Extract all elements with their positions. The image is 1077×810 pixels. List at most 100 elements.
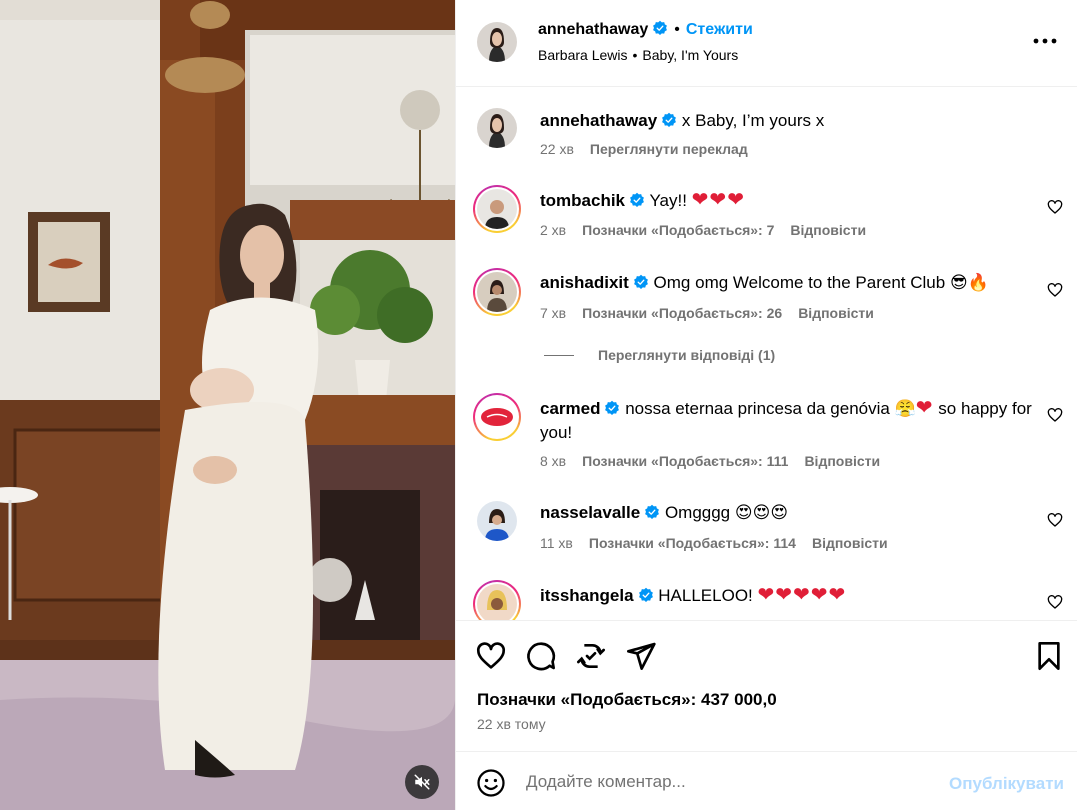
comment-meta: 11 хв Позначки «Подобається»: 114 Відпов… [540,535,888,551]
verified-badge-icon [638,587,653,602]
bookmark-icon[interactable] [1033,640,1065,672]
post-actions-bar [456,620,1077,750]
comment-likes-count[interactable]: Позначки «Подобається»: 111 [582,453,788,469]
view-replies-label: Переглянути відповіді (1) [598,347,776,363]
reply-button[interactable]: Відповісти [798,305,874,321]
comment-like-heart-icon[interactable] [1047,282,1063,298]
replies-divider-line [544,354,574,356]
post-header: annehathaway • Стежити Barbara Lewis • Baby,… [456,0,1077,87]
verified-badge-icon [630,192,644,207]
more-options-button[interactable] [1031,29,1059,53]
comment-likes-count[interactable]: Позначки «Подобається»: 7 [582,222,774,238]
comment-emoji: 😎🔥 [949,273,989,293]
comment-text: HALLELOO! [658,586,753,605]
heart-icon[interactable] [475,640,507,672]
comment-text: Omg omg Welcome to the Parent Club [653,273,946,292]
avatar-image [477,501,517,541]
comment-hearts: ❤❤❤ [691,187,745,211]
comment-username[interactable]: tombachik [540,191,625,210]
comment-username[interactable]: nasselavalle [540,503,640,522]
view-replies-button[interactable]: Переглянути відповіді (1) [544,347,775,363]
commenter-avatar[interactable] [473,393,521,441]
add-comment-bar: Опублікувати [456,751,1077,810]
verified-badge-icon [605,400,620,415]
caption-avatar-image [477,108,517,148]
commenter-avatar[interactable] [473,185,521,233]
comment-like-heart-icon[interactable] [1047,512,1063,528]
comment-time[interactable]: 7 хв [540,305,566,321]
verified-badge-icon [653,20,668,35]
avatar-image [477,189,517,229]
comment-text-row: anishadixit Omg omg Welcome to the Paren… [540,271,1030,295]
avatar-image [477,272,517,312]
audio-artist: Barbara Lewis [538,47,628,63]
post-caption: annehathaway x Baby, I’m yours x 22 хв П… [456,106,1077,166]
comment-text-row: nasselavalle Omgggg 😍😍😍 [540,501,1030,525]
send-icon[interactable] [625,640,657,672]
comment-meta: 8 хв Позначки «Подобається»: 111 Відпові… [540,453,880,469]
reply-button[interactable]: Відповісти [812,535,888,551]
audio-separator: • [632,47,638,63]
separator-dot: • [674,21,680,38]
comment-icon[interactable] [525,640,557,672]
author-username[interactable]: annehathaway [538,21,648,38]
comment-like-heart-icon[interactable] [1047,199,1063,215]
caption-meta: 22 хв Переглянути переклад [540,141,748,157]
verified-badge-icon [662,112,677,127]
comment-time[interactable]: 11 хв [540,535,573,551]
comment-text: Yay!! [649,191,687,210]
follow-button[interactable]: Стежити [686,21,753,38]
caption-avatar[interactable] [477,108,517,148]
comment-like-heart-icon[interactable] [1047,594,1063,610]
comment-time[interactable]: 8 хв [540,453,566,469]
comment-emoji: 😍😍😍 [734,503,789,523]
comment-item: carmed nossa eternaa princesa da genóvia… [456,393,1077,473]
comment-text-row: itsshangela HALLELOO! ❤❤❤❤❤ [540,583,1030,607]
author-avatar[interactable] [477,22,517,62]
comment-text: nossa eternaa princesa da genóvia [625,399,890,418]
header-title-row: annehathaway • Стежити [538,20,753,39]
repost-icon[interactable] [575,640,607,672]
translate-button[interactable]: Переглянути переклад [590,141,748,157]
comment-item: itsshangela HALLELOO! ❤❤❤❤❤ [456,580,1077,620]
comment-text-row: carmed nossa eternaa princesa da genóvia… [540,396,1040,444]
post-details-panel: annehathaway • Стежити Barbara Lewis • Baby,… [455,0,1077,810]
comment-username[interactable]: carmed [540,399,600,418]
avatar-image [477,397,517,437]
reply-button[interactable]: Відповісти [804,453,880,469]
reply-button[interactable]: Відповісти [790,222,866,238]
comment-hearts: ❤ [915,395,934,419]
comment-like-heart-icon[interactable] [1047,407,1063,423]
muted-audio-icon [414,774,430,790]
publish-button[interactable]: Опублікувати [949,774,1064,794]
audio-info[interactable]: Barbara Lewis • Baby, I'm Yours [538,47,738,63]
post-media[interactable] [0,0,455,810]
comment-likes-count[interactable]: Позначки «Подобається»: 114 [589,535,796,551]
caption-time[interactable]: 22 хв [540,141,574,157]
caption-text-row: annehathaway x Baby, I’m yours x [540,109,1030,132]
comment-emoji: 😤 [894,399,916,419]
author-avatar-image [477,22,517,62]
comment-item: tombachik Yay!! ❤❤❤ 2 хв Позначки «Подоб… [456,185,1077,245]
comment-username[interactable]: anishadixit [540,273,629,292]
commenter-avatar[interactable] [473,268,521,316]
comment-time[interactable]: 2 хв [540,222,566,238]
comment-hearts: ❤❤❤❤❤ [757,582,847,606]
comment-item: nasselavalle Omgggg 😍😍😍 11 хв Позначки «… [456,498,1077,558]
verified-badge-icon [633,274,648,289]
comment-item: anishadixit Omg omg Welcome to the Paren… [456,268,1077,328]
comment-username[interactable]: itsshangela [540,586,634,605]
mute-toggle-button[interactable] [405,765,439,799]
comment-input[interactable] [526,766,926,798]
commenter-avatar[interactable] [477,501,517,541]
caption-username[interactable]: annehathaway [540,111,657,130]
comment-meta: 2 хв Позначки «Подобається»: 7 Відповіст… [540,222,866,238]
post-timestamp[interactable]: 22 хв тому [477,716,546,732]
comment-text-row: tombachik Yay!! ❤❤❤ [540,188,1030,212]
post-likes-count[interactable]: Позначки «Подобається»: 437 000,0 [477,690,777,710]
commenter-avatar[interactable] [473,580,521,620]
caption-text: x Baby, I’m yours x [681,111,825,130]
comment-likes-count[interactable]: Позначки «Подобається»: 26 [582,305,782,321]
post-photo [0,0,455,810]
emoji-icon[interactable] [476,768,506,798]
